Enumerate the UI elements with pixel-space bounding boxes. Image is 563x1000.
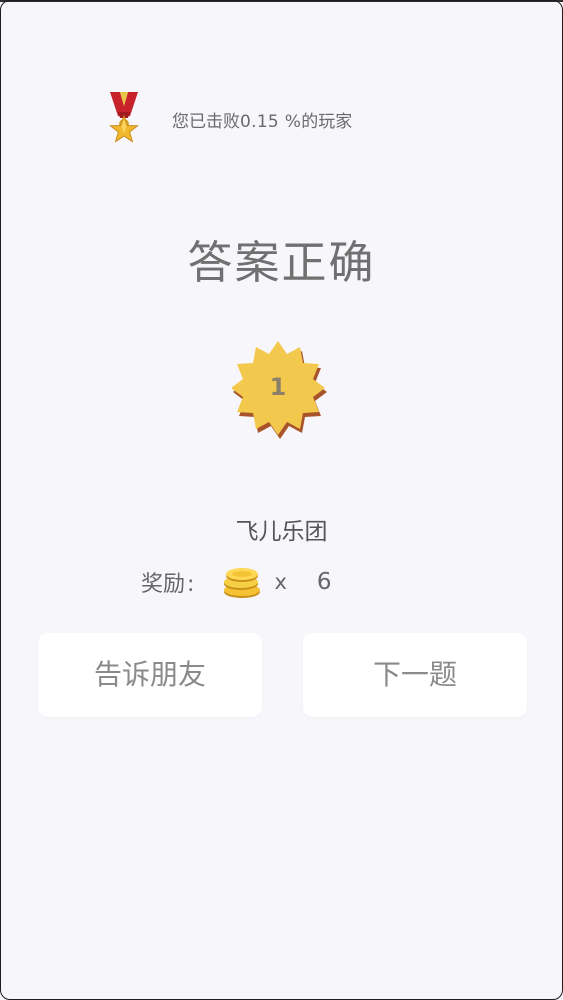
result-title: 答案正确 bbox=[187, 236, 376, 289]
rank-percent: 0.15 % bbox=[240, 111, 302, 132]
rank-suffix: 的玩家 bbox=[301, 111, 353, 132]
share-button[interactable]: 告诉朋友 bbox=[38, 633, 262, 717]
reward-label-group: 奖励: bbox=[141, 566, 194, 598]
top-edge bbox=[0, 0, 563, 2]
level-number: 1 bbox=[269, 373, 287, 401]
reward-colon: : bbox=[187, 572, 195, 597]
reward-times: x bbox=[274, 570, 287, 594]
rank-prefix: 您已击败 bbox=[172, 111, 240, 132]
level-badge: 1 bbox=[232, 340, 332, 440]
defeat-rank-row: 您已击败0.15 %的玩家 bbox=[106, 92, 352, 146]
medal-icon bbox=[109, 92, 139, 143]
reward-label: 奖励 bbox=[141, 572, 186, 597]
reward-count: 6 bbox=[316, 569, 332, 595]
window-frame bbox=[0, 0, 563, 1000]
gold-coins-icon bbox=[224, 568, 261, 598]
answer-text: 飞儿乐团 bbox=[235, 519, 328, 545]
next-question-button[interactable]: 下一题 bbox=[303, 633, 527, 717]
defeat-rank-text: 您已击败0.15 %的玩家 bbox=[172, 107, 352, 132]
reward-row: 奖励: x 6 bbox=[141, 562, 332, 602]
